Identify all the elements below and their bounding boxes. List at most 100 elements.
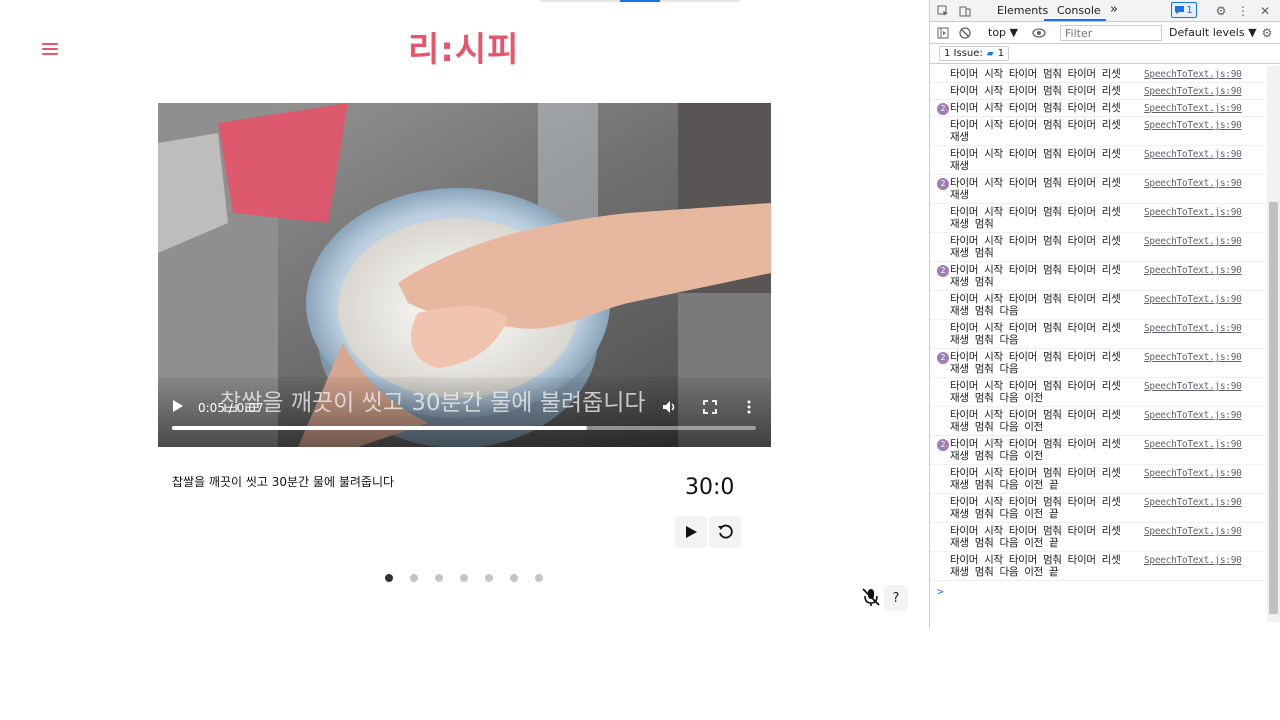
- issues-label: 1 Issue:: [944, 48, 983, 59]
- log-source-link[interactable]: SpeechToText.js:90: [1144, 294, 1242, 306]
- pagination-dot[interactable]: [435, 574, 443, 582]
- video-time: 0:05 / 0:07: [198, 401, 264, 415]
- filter-input[interactable]: [1060, 25, 1162, 41]
- console-log-row: 타이머 시작 타이머 멈춰 타이머 리셋 재생 멈춰 다음 이전 끝 Speech…: [930, 523, 1266, 552]
- log-source-link[interactable]: SpeechToText.js:90: [1144, 468, 1242, 480]
- log-source-link[interactable]: SpeechToText.js:90: [1144, 323, 1242, 335]
- pagination-dot[interactable]: [510, 574, 518, 582]
- log-source-link[interactable]: SpeechToText.js:90: [1144, 207, 1242, 219]
- close-icon[interactable]: ✕: [1257, 3, 1273, 19]
- console-log-row: 타이머 시작 타이머 멈춰 타이머 리셋 재생 멈춰 다음 이전 끝 Speech…: [930, 465, 1266, 494]
- log-source-link[interactable]: SpeechToText.js:90: [1144, 86, 1242, 98]
- timer-reset-button[interactable]: [709, 516, 741, 548]
- fullscreen-icon[interactable]: [703, 400, 717, 414]
- top-tab-active-bar: [620, 0, 660, 2]
- console-scrollbar[interactable]: [1267, 66, 1280, 622]
- log-source-link[interactable]: SpeechToText.js:90: [1144, 381, 1242, 393]
- volume-icon[interactable]: [662, 400, 678, 414]
- console-log-row: 타이머 시작 타이머 멈춰 타이머 리셋 재생 멈춰 다음 SpeechToTex…: [930, 291, 1266, 320]
- recipe-video[interactable]: 찹쌀을 깨끗이 씻고 30분간 물에 불려줍니다 0:05 / 0:07: [158, 103, 771, 447]
- log-source-link[interactable]: SpeechToText.js:90: [1144, 265, 1242, 277]
- scrollbar-thumb[interactable]: [1269, 202, 1278, 614]
- console-log-row: 타이머 시작 타이머 멈춰 타이머 리셋 재생 멈춰 SpeechToText.j…: [930, 233, 1266, 262]
- issues-button[interactable]: 1 Issue: ▰ 1: [939, 46, 1010, 61]
- log-message: 타이머 시작 타이머 멈춰 타이머 리셋: [950, 102, 1121, 114]
- video-progress-fill: [172, 426, 587, 430]
- issues-count: 1: [997, 48, 1005, 59]
- app-logo[interactable]: 리:시피: [408, 22, 519, 71]
- log-message: 타이머 시작 타이머 멈춰 타이머 리셋 재생 멈춰 다음 이전: [950, 409, 1121, 433]
- log-source-link[interactable]: SpeechToText.js:90: [1144, 555, 1242, 567]
- step-pagination: [385, 574, 543, 582]
- issues-badge-count: 1: [1186, 4, 1193, 16]
- settings-gear-icon[interactable]: ⚙: [1213, 3, 1229, 19]
- help-button[interactable]: ?: [884, 585, 908, 611]
- video-progress-bar[interactable]: [172, 426, 756, 430]
- mic-off-button[interactable]: [858, 584, 884, 610]
- devtools-tab-bar: Elements Console » 1 ⚙ ⋮ ✕: [930, 0, 1280, 22]
- console-log-row: 2 타이머 시작 타이머 멈춰 타이머 리셋 재생 멈춰 다음 이전 SpeechT…: [930, 436, 1266, 465]
- log-source-link[interactable]: SpeechToText.js:90: [1144, 497, 1242, 509]
- more-tabs-icon[interactable]: »: [1110, 2, 1118, 17]
- log-message: 타이머 시작 타이머 멈춰 타이머 리셋 재생 멈춰 다음 이전 끝: [950, 525, 1121, 549]
- log-source-link[interactable]: SpeechToText.js:90: [1144, 69, 1242, 81]
- sidebar-toggle-icon[interactable]: [935, 25, 951, 41]
- log-message: 타이머 시작 타이머 멈춰 타이머 리셋 재생 멈춰: [950, 264, 1121, 288]
- message-icon: ▰: [986, 48, 994, 59]
- console-log-row: 타이머 시작 타이머 멈춰 타이머 리셋 재생 멈춰 다음 이전 끝 Speech…: [930, 494, 1266, 523]
- log-source-link[interactable]: SpeechToText.js:90: [1144, 103, 1242, 115]
- more-options-icon[interactable]: [746, 400, 752, 414]
- console-prompt[interactable]: >: [930, 581, 1266, 598]
- top-tab-indicator: [540, 0, 740, 2]
- log-levels-dropdown[interactable]: Default levels ▼: [1169, 26, 1257, 39]
- pagination-dot[interactable]: [460, 574, 468, 582]
- video-subtitle: 찹쌀을 깨끗이 씻고 30분간 물에 불려줍니다: [220, 390, 646, 416]
- device-toggle-icon[interactable]: [957, 3, 973, 19]
- console-settings-gear-icon[interactable]: ⚙: [1259, 25, 1275, 41]
- pagination-dot[interactable]: [535, 574, 543, 582]
- console-log-row: 타이머 시작 타이머 멈춰 타이머 리셋 재생 멈춰 다음 SpeechToTex…: [930, 320, 1266, 349]
- pagination-dot[interactable]: [485, 574, 493, 582]
- console-log-row: 타이머 시작 타이머 멈춰 타이머 리셋 SpeechToText.js:90: [930, 83, 1266, 100]
- timer-play-button[interactable]: [675, 516, 707, 548]
- pagination-dot[interactable]: [385, 574, 393, 582]
- log-source-link[interactable]: SpeechToText.js:90: [1144, 410, 1242, 422]
- log-source-link[interactable]: SpeechToText.js:90: [1144, 439, 1242, 451]
- console-log-row: 타이머 시작 타이머 멈춰 타이머 리셋 재생 SpeechToText.js:9…: [930, 117, 1266, 146]
- log-source-link[interactable]: SpeechToText.js:90: [1144, 236, 1242, 248]
- issues-bar: 1 Issue: ▰ 1: [930, 44, 1280, 64]
- tab-console-active-indicator: [1044, 19, 1106, 21]
- console-log-list: 타이머 시작 타이머 멈춰 타이머 리셋 SpeechToText.js:90 타이…: [930, 66, 1266, 622]
- kebab-menu-icon[interactable]: ⋮: [1235, 3, 1251, 19]
- log-source-link[interactable]: SpeechToText.js:90: [1144, 526, 1242, 538]
- log-source-link[interactable]: SpeechToText.js:90: [1144, 149, 1242, 161]
- console-log-row: 타이머 시작 타이머 멈춰 타이머 리셋 재생 SpeechToText.js:9…: [930, 146, 1266, 175]
- console-log-row: 타이머 시작 타이머 멈춰 타이머 리셋 재생 멈춰 다음 이전 SpeechTo…: [930, 378, 1266, 407]
- log-message: 타이머 시작 타이머 멈춰 타이머 리셋 재생 멈춰 다음 이전 끝: [950, 496, 1121, 520]
- tab-elements[interactable]: Elements: [997, 4, 1048, 17]
- step-description: 찹쌀을 깨끗이 씻고 30분간 물에 불려줍니다: [172, 475, 395, 489]
- log-message: 타이머 시작 타이머 멈춰 타이머 리셋 재생 멈춰 다음 이전: [950, 438, 1121, 462]
- pagination-dot[interactable]: [410, 574, 418, 582]
- console-log-row: 타이머 시작 타이머 멈춰 타이머 리셋 재생 멈춰 다음 이전 SpeechTo…: [930, 407, 1266, 436]
- play-icon[interactable]: [172, 399, 184, 413]
- issues-badge[interactable]: 1: [1171, 2, 1197, 18]
- log-message: 타이머 시작 타이머 멈춰 타이머 리셋 재생 멈춰 다음: [950, 293, 1121, 317]
- clear-console-icon[interactable]: [957, 25, 973, 41]
- log-source-link[interactable]: SpeechToText.js:90: [1144, 120, 1242, 132]
- inspect-icon[interactable]: [935, 3, 951, 19]
- message-icon: [1175, 6, 1185, 14]
- log-source-link[interactable]: SpeechToText.js:90: [1144, 352, 1242, 364]
- mic-off-icon: [862, 588, 880, 606]
- log-message: 타이머 시작 타이머 멈춰 타이머 리셋 재생 멈춰 다음 이전 끝: [950, 554, 1121, 578]
- page-blank-area: [929, 628, 1280, 720]
- context-selector[interactable]: top ▼: [988, 26, 1018, 39]
- console-log-row: 2 타이머 시작 타이머 멈춰 타이머 리셋 재생 멈춰 SpeechToText.…: [930, 262, 1266, 291]
- repeat-count-badge: 2: [937, 352, 949, 364]
- play-icon: [686, 526, 697, 538]
- tab-console[interactable]: Console: [1057, 4, 1101, 17]
- eye-icon[interactable]: [1031, 25, 1047, 41]
- log-source-link[interactable]: SpeechToText.js:90: [1144, 178, 1242, 190]
- console-toolbar: top ▼ Default levels ▼ ⚙: [930, 22, 1280, 44]
- menu-icon[interactable]: [42, 43, 58, 55]
